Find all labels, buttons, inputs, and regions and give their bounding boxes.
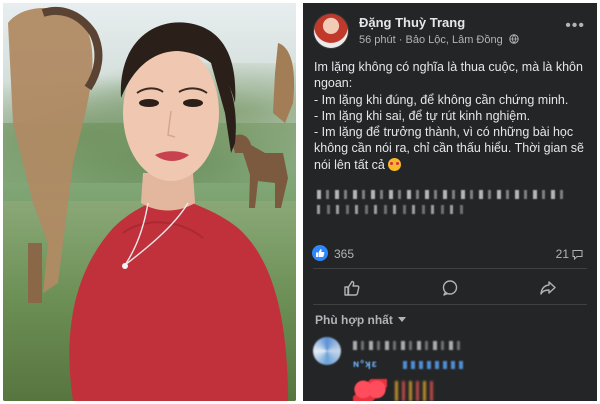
comment-button[interactable] <box>401 273 499 303</box>
author-avatar[interactable] <box>313 13 349 49</box>
post-text-line: - Im lặng khi sai, để tự rút kinh nghiệm… <box>314 108 531 123</box>
author-name[interactable]: Đặng Thuỳ Trang <box>359 15 465 30</box>
comment-text: ɴ°ʞɛ <box>353 359 378 370</box>
facebook-post: Đặng Thuỳ Trang 56 phút · Bảo Lộc, Lâm Đ… <box>303 3 597 401</box>
commenter-avatar[interactable] <box>313 337 341 365</box>
comment-bubble-icon <box>572 250 583 260</box>
post-location[interactable]: Bảo Lộc, Lâm Đồng <box>406 34 503 46</box>
like-reaction-icon[interactable] <box>312 245 328 261</box>
post-time[interactable]: 56 phút <box>359 34 396 46</box>
comment-icon <box>442 280 458 296</box>
thumbs-up-icon <box>344 280 360 296</box>
blurred-text <box>317 205 467 214</box>
divider <box>313 268 587 269</box>
reactions-bar: 365 21 <box>303 243 597 265</box>
post-actions <box>303 273 597 303</box>
heart-eyes-emoji-icon <box>388 157 402 171</box>
more-options-button[interactable]: ••• <box>565 17 585 35</box>
heart-sticker-icon <box>353 379 387 401</box>
meta-separator: · <box>398 34 406 46</box>
photo-scene <box>8 6 295 401</box>
post-meta: 56 phút · Bảo Lộc, Lâm Đồng <box>359 34 519 46</box>
comment-sort-dropdown[interactable]: Phù hợp nhất <box>315 313 406 327</box>
comment-count[interactable]: 21 <box>556 247 583 261</box>
chevron-down-icon <box>397 317 406 322</box>
divider <box>313 304 587 305</box>
blurred-text <box>317 190 567 199</box>
blurred-sticker <box>395 381 433 401</box>
sort-label: Phù hợp nhất <box>315 313 393 327</box>
globe-icon <box>509 34 519 44</box>
comment-item: ɴ°ʞɛ <box>303 335 597 401</box>
blurred-commenter-name <box>353 341 463 350</box>
post-text-line: - Im lặng để trưởng thành, vì có những b… <box>314 125 584 172</box>
share-button[interactable] <box>499 273 597 303</box>
post-text: Im lặng không có nghĩa là thua cuộc, mà … <box>314 59 590 173</box>
blurred-comment-text <box>403 361 463 369</box>
reaction-count[interactable]: 365 <box>334 247 354 261</box>
post-text-line: Im lặng không có nghĩa là thua cuộc, mà … <box>314 60 583 91</box>
like-button[interactable] <box>303 273 401 303</box>
selfie-photo[interactable] <box>3 3 296 401</box>
post-header: Đặng Thuỳ Trang 56 phút · Bảo Lộc, Lâm Đ… <box>303 3 597 55</box>
post-text-line: - Im lặng khi đúng, để không cần chứng m… <box>314 92 569 107</box>
share-arrow-icon <box>540 281 556 295</box>
